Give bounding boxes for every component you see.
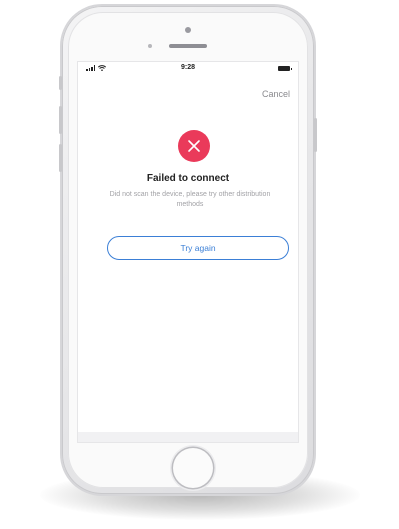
status-time: 9:28 [180, 64, 195, 71]
status-bar: 9:28 [78, 62, 298, 76]
error-x-icon [178, 130, 210, 162]
phone-frame: 9:28 Cancel Failed to connect Did not sc… [59, 6, 317, 494]
battery-icon [278, 66, 292, 71]
result-description: Did not scan the device, please try othe… [109, 191, 271, 208]
earpiece-speaker [169, 44, 207, 48]
screen-bottom-bar [78, 432, 298, 442]
front-camera [148, 44, 152, 48]
close-icon [188, 140, 200, 152]
power-button [314, 118, 317, 152]
try-again-label: Try again [180, 243, 216, 253]
mockup-stage: 9:28 Cancel Failed to connect Did not sc… [0, 0, 399, 529]
result-title: Failed to connect [146, 173, 230, 184]
phone-screen: 9:28 Cancel Failed to connect Did not sc… [77, 61, 299, 443]
cancel-button[interactable]: Cancel [262, 89, 290, 99]
proximity-sensor [185, 27, 191, 33]
mute-switch [59, 76, 62, 90]
try-again-button[interactable]: Try again [107, 236, 289, 260]
home-button[interactable] [173, 448, 213, 488]
volume-up-button [59, 106, 62, 134]
volume-down-button [59, 144, 62, 172]
